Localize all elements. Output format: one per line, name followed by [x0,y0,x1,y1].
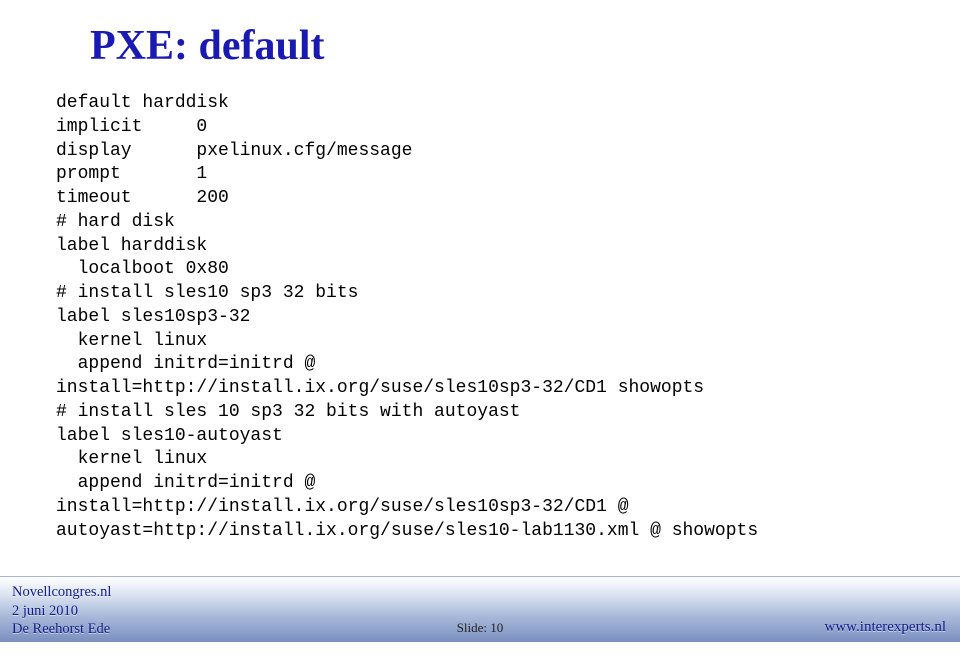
footer-center: Slide: 10 [457,620,504,636]
footer-left: Novellcongres.nl 2 juni 2010 De Reehorst… [12,583,111,639]
footer-left-line1: Novellcongres.nl [12,583,111,602]
code-block: default harddisk implicit 0 display pxel… [56,92,758,543]
page-title: PXE: default [90,22,325,70]
footer-left-line3: De Reehorst Ede [12,620,111,639]
footer-bar: Novellcongres.nl 2 juni 2010 De Reehorst… [0,576,960,642]
slide: PXE: default default harddisk implicit 0… [0,0,960,664]
footer-left-line2: 2 juni 2010 [12,602,111,621]
footer-right: www.interexperts.nl [825,619,947,636]
